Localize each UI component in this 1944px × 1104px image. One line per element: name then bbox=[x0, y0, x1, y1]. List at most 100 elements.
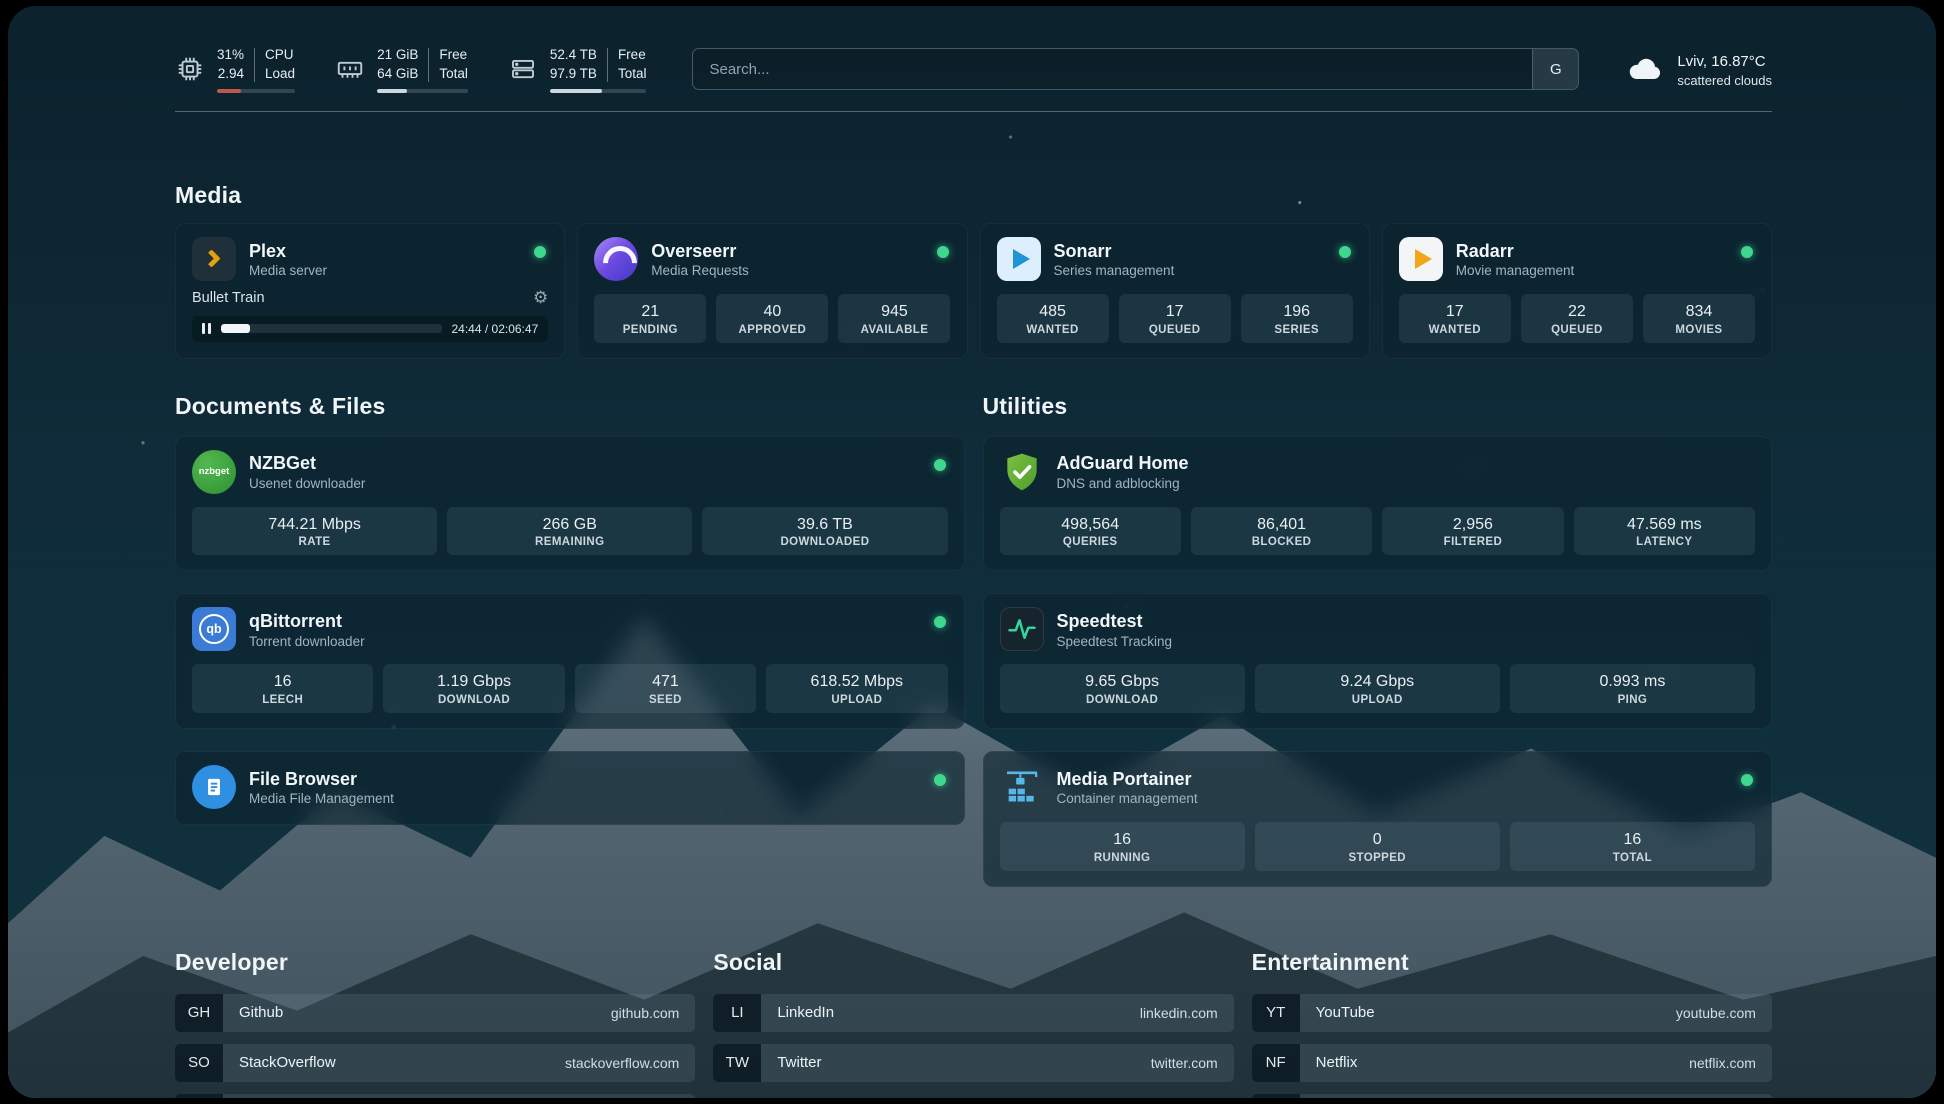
disk-widget-body: 52.4 TB 97.9 TB Free Total bbox=[550, 46, 647, 93]
bookmark-name: LinkedIn bbox=[777, 1004, 834, 1021]
cpu-usage-value: 31% bbox=[217, 46, 244, 65]
app-card-qbittorrent[interactable]: qb qBittorrent Torrent downloader 16 bbox=[175, 593, 965, 729]
section-title-social: Social bbox=[713, 949, 1233, 976]
stat-label: UPLOAD bbox=[770, 694, 943, 706]
bookmark-netflix[interactable]: NF Netflix netflix.com bbox=[1252, 1044, 1772, 1082]
stat-running: 16 RUNNING bbox=[1000, 822, 1245, 871]
stat-upload: 618.52 Mbps UPLOAD bbox=[766, 664, 947, 713]
disk-progress-fill bbox=[550, 89, 602, 93]
cpu-widget: 31% 2.94 CPU Load bbox=[175, 46, 295, 93]
stat-label: LATENCY bbox=[1578, 536, 1751, 548]
app-description: Usenet downloader bbox=[249, 476, 365, 491]
app-name: Radarr bbox=[1456, 240, 1575, 263]
cloud-icon bbox=[1625, 49, 1665, 89]
bookmark-abbr: SO bbox=[175, 1044, 223, 1082]
stat-label: APPROVED bbox=[720, 324, 824, 336]
bookmark-abbr: LI bbox=[713, 994, 761, 1032]
section-title-developer: Developer bbox=[175, 949, 695, 976]
playback-progress-track[interactable] bbox=[221, 324, 442, 333]
stat-wanted: 17 WANTED bbox=[1399, 294, 1511, 343]
app-description: Media File Management bbox=[249, 791, 394, 806]
disk-free-label: Free bbox=[618, 46, 647, 65]
stat-label: RATE bbox=[196, 536, 433, 548]
stat-label: WANTED bbox=[1403, 324, 1507, 336]
stat-blocked: 86,401 BLOCKED bbox=[1191, 507, 1372, 556]
bookmark-name: Netflix bbox=[1316, 1054, 1358, 1071]
app-description: Torrent downloader bbox=[249, 634, 365, 649]
app-name: NZBGet bbox=[249, 452, 365, 475]
stat-queries: 498,564 QUERIES bbox=[1000, 507, 1181, 556]
app-card-portainer[interactable]: Media Portainer Container management 16 … bbox=[983, 751, 1773, 887]
app-name: qBittorrent bbox=[249, 610, 365, 633]
search-input[interactable] bbox=[693, 49, 1532, 89]
app-card-filebrowser[interactable]: File Browser Media File Management bbox=[175, 751, 965, 825]
app-description: Speedtest Tracking bbox=[1057, 634, 1173, 649]
status-online-dot bbox=[934, 616, 946, 628]
stat-rate: 744.21 Mbps RATE bbox=[192, 507, 437, 556]
pause-icon[interactable] bbox=[202, 323, 211, 334]
app-name: Speedtest bbox=[1057, 610, 1173, 633]
bookmark-reddit[interactable]: RE Reddit reddit.com bbox=[1252, 1094, 1772, 1098]
disk-widget: 52.4 TB 97.9 TB Free Total bbox=[508, 46, 647, 93]
app-card-radarr[interactable]: Radarr Movie management 17 WANTED 22 bbox=[1382, 223, 1772, 359]
stat-value: 498,564 bbox=[1004, 515, 1177, 536]
stat-movies: 834 MOVIES bbox=[1643, 294, 1755, 343]
stat-label: QUEUED bbox=[1525, 324, 1629, 336]
disk-progress-track bbox=[550, 89, 647, 93]
app-name: AdGuard Home bbox=[1057, 452, 1189, 475]
app-card-adguard[interactable]: AdGuard Home DNS and adblocking 498,564 … bbox=[983, 436, 1773, 572]
bookmark-abbr: GH bbox=[175, 994, 223, 1032]
stat-value: 22 bbox=[1525, 302, 1629, 323]
divider bbox=[428, 48, 429, 82]
stat-value: 834 bbox=[1647, 302, 1751, 323]
stat-value: 9.65 Gbps bbox=[1004, 672, 1241, 693]
cpu-progress-track bbox=[217, 89, 295, 93]
stat-label: PENDING bbox=[598, 324, 702, 336]
stat-label: FILTERED bbox=[1386, 536, 1559, 548]
app-description: Series management bbox=[1054, 263, 1175, 278]
settings-gear-icon[interactable]: ⚙ bbox=[533, 290, 548, 307]
ram-widget: 21 GiB 64 GiB Free Total bbox=[335, 46, 468, 93]
app-name: Overseerr bbox=[651, 240, 749, 263]
search-engine-button[interactable]: G bbox=[1532, 49, 1578, 89]
bookmark-stackoverflow[interactable]: SO StackOverflow stackoverflow.com bbox=[175, 1044, 695, 1082]
stat-upload: 9.24 Gbps UPLOAD bbox=[1255, 664, 1500, 713]
stat-remaining: 266 GB REMAINING bbox=[447, 507, 692, 556]
stat-value: 16 bbox=[1514, 830, 1751, 851]
stat-queued: 17 QUEUED bbox=[1119, 294, 1231, 343]
divider bbox=[254, 48, 255, 82]
bookmark-twitter[interactable]: TW Twitter twitter.com bbox=[713, 1044, 1233, 1082]
bookmark-url: linkedin.com bbox=[1140, 1005, 1218, 1021]
stat-label: RUNNING bbox=[1004, 852, 1241, 864]
bookmark-linkedin[interactable]: LI LinkedIn linkedin.com bbox=[713, 994, 1233, 1032]
app-card-nzbget[interactable]: nzbget NZBGet Usenet downloader 744.21 M… bbox=[175, 436, 965, 572]
stat-latency: 47.569 ms LATENCY bbox=[1574, 507, 1755, 556]
app-name: File Browser bbox=[249, 768, 394, 791]
ram-total-value: 64 GiB bbox=[377, 65, 418, 84]
app-card-plex[interactable]: Plex Media server Bullet Train ⚙ bbox=[175, 223, 565, 359]
topbar: 31% 2.94 CPU Load bbox=[175, 46, 1772, 93]
stat-label: PING bbox=[1514, 694, 1751, 706]
app-card-speedtest[interactable]: Speedtest Speedtest Tracking 9.65 Gbps D… bbox=[983, 593, 1773, 729]
stat-label: MOVIES bbox=[1647, 324, 1751, 336]
bookmark-url: stackoverflow.com bbox=[565, 1055, 679, 1071]
bookmark-youtube[interactable]: YT YouTube youtube.com bbox=[1252, 994, 1772, 1032]
stat-value: 16 bbox=[196, 672, 369, 693]
app-name: Sonarr bbox=[1054, 240, 1175, 263]
bookmark-github[interactable]: GH Github github.com bbox=[175, 994, 695, 1032]
stat-value: 196 bbox=[1245, 302, 1349, 323]
playback-bar[interactable]: 24:44 / 02:06:47 bbox=[192, 316, 548, 342]
status-online-dot bbox=[1339, 246, 1351, 258]
bookmark-dev[interactable]: DT DEV dev.to bbox=[175, 1094, 695, 1098]
app-description: DNS and adblocking bbox=[1057, 476, 1189, 491]
section-social: Social LI LinkedIn linkedin.com TW Twitt… bbox=[713, 949, 1233, 1098]
bookmark-abbr: TW bbox=[713, 1044, 761, 1082]
cpu-widget-body: 31% 2.94 CPU Load bbox=[217, 46, 295, 93]
app-card-overseerr[interactable]: Overseerr Media Requests 21 PENDING 40 bbox=[577, 223, 967, 359]
stat-value: 17 bbox=[1123, 302, 1227, 323]
stat-value: 21 bbox=[598, 302, 702, 323]
qbittorrent-icon: qb bbox=[192, 607, 236, 651]
status-online-dot bbox=[534, 246, 546, 258]
stat-value: 266 GB bbox=[451, 515, 688, 536]
app-card-sonarr[interactable]: Sonarr Series management 485 WANTED 17 bbox=[980, 223, 1370, 359]
